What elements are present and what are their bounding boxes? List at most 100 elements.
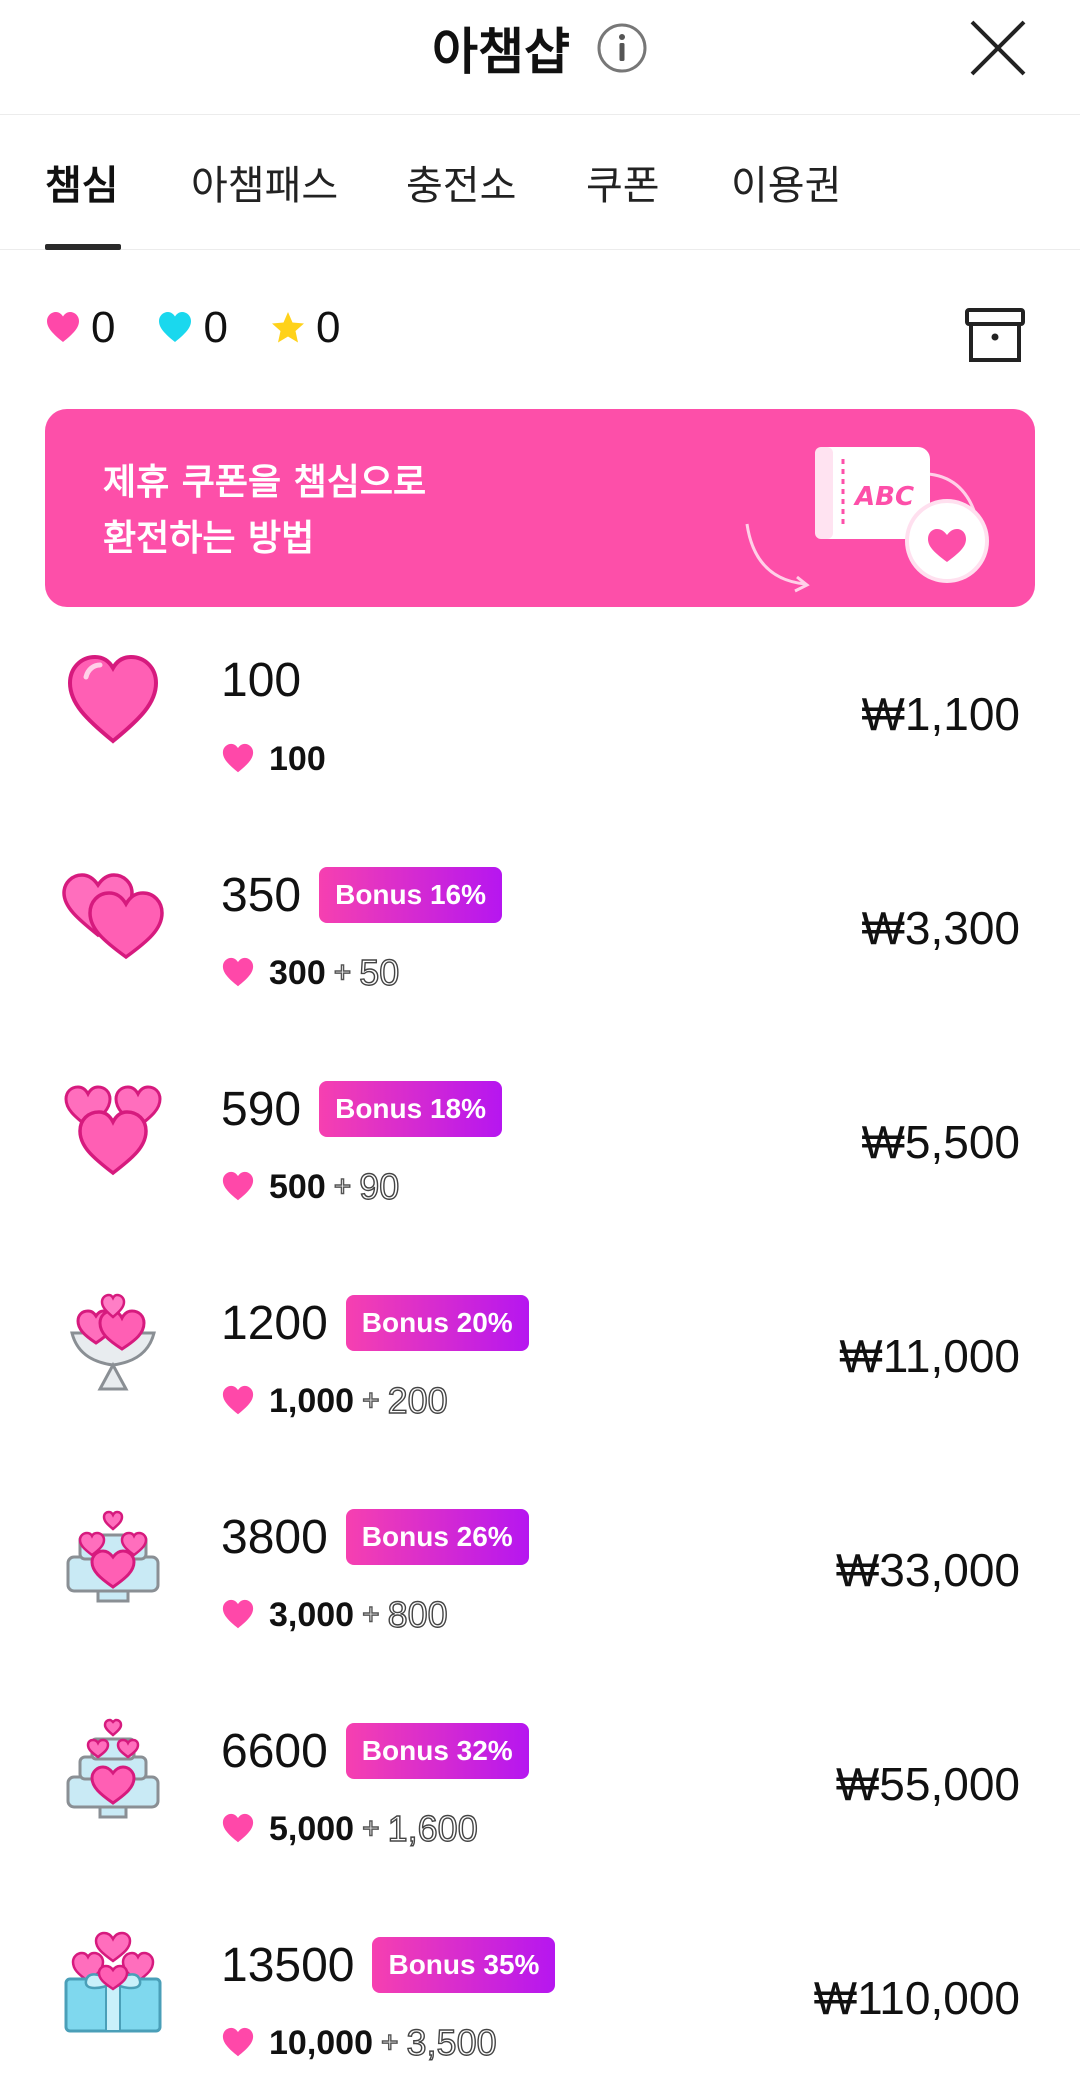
product-item-3800[interactable]: 3800 Bonus 26% 3,000 + 800 ₩33,000 [0, 1479, 1080, 1693]
coupon-exchange-illustration: ABC [745, 447, 989, 593]
bonus-badge: Bonus 32% [345, 1723, 529, 1779]
base-hearts: 100 [269, 739, 326, 778]
product-item-590[interactable]: 590 Bonus 18% 500 + 90 ₩5,500 [0, 1051, 1080, 1265]
coupon-exchange-banner[interactable]: 제휴 쿠폰을 챔심으로 환전하는 방법 ABC [45, 409, 1035, 607]
tab-voucher[interactable]: 이용권 [731, 153, 841, 211]
plus-sign: + [361, 1383, 380, 1417]
heart-amount: 6600 [221, 1724, 328, 1778]
amount-row: 100 [221, 653, 301, 708]
title-group: 아챔샵 [0, 12, 1080, 84]
balance-bar: 0 0 0 [45, 298, 382, 358]
pink-heart-count: 0 [91, 303, 116, 352]
product-item-1200[interactable]: 1200 Bonus 20% 1,000 + 200 ₩11,000 [0, 1265, 1080, 1479]
base-hearts: 5,000 [269, 1809, 355, 1848]
banner-line-1: 제휴 쿠폰을 챔심으로 [103, 462, 427, 503]
heart-breakdown: 300 + 50 [221, 949, 400, 997]
plus-sign: + [333, 955, 352, 989]
heart-amount: 1200 [221, 1296, 328, 1350]
star-count: 0 [315, 303, 341, 352]
bonus-badge: Bonus 26% [345, 1509, 529, 1565]
price: ₩5,500 [861, 1116, 1020, 1168]
heart-breakdown: 500 + 90 [221, 1163, 400, 1211]
archive-box-icon[interactable] [964, 306, 1026, 366]
product-item-6600[interactable]: 6600 Bonus 32% 5,000 + 1,600 ₩55,000 [0, 1693, 1080, 1907]
amount-row: 590 Bonus 18% [221, 1081, 503, 1137]
plus-sign: + [361, 1811, 380, 1845]
plus-sign: + [380, 2025, 399, 2059]
base-hearts: 500 [269, 1167, 326, 1206]
page-title: 아챔샵 [432, 23, 570, 81]
heart-breakdown: 10,000 + 3,500 [221, 2019, 497, 2067]
plus-sign: + [333, 1169, 352, 1203]
amount-row: 1200 Bonus 20% [221, 1295, 529, 1351]
product-item-13500[interactable]: 13500 Bonus 35% 10,000 + 3,500 ₩110,000 [0, 1907, 1080, 2091]
heart-bouquet-icon [70, 1293, 156, 1391]
base-hearts: 300 [269, 953, 326, 992]
amount-row: 13500 Bonus 35% [221, 1937, 556, 1993]
heart-gift-box-icon [64, 1931, 162, 2033]
cyan-heart-icon [159, 312, 192, 342]
single-heart-icon [67, 654, 159, 744]
plus-sign: + [361, 1597, 380, 1631]
bonus-badge: Bonus 35% [372, 1937, 556, 1993]
pink-heart-icon [47, 312, 79, 342]
price: ₩33,000 [835, 1544, 1020, 1596]
product-item-100[interactable]: 100 100 ₩1,100 [0, 623, 1080, 837]
heart-icon [222, 957, 254, 987]
bonus-badge: Bonus 20% [345, 1295, 529, 1351]
bonus-hearts: 90 [359, 1165, 400, 1207]
tab-charging-station[interactable]: 충전소 [406, 153, 516, 211]
bonus-hearts: 1,600 [387, 1807, 478, 1849]
amount-row: 350 Bonus 16% [221, 867, 503, 923]
tab-achampass[interactable]: 아챔패스 [191, 153, 338, 211]
heart-amount: 13500 [221, 1938, 355, 1992]
heart-breakdown: 3,000 + 800 [221, 1591, 448, 1639]
bonus-hearts: 50 [359, 951, 400, 993]
cyan-heart-count: 0 [203, 303, 228, 352]
heart-breakdown: 5,000 + 1,600 [221, 1805, 478, 1853]
heart-breakdown: 100 [221, 735, 326, 783]
tab-chamsim[interactable]: 챔심 [45, 153, 119, 211]
base-hearts: 3,000 [269, 1595, 355, 1634]
product-item-350[interactable]: 350 Bonus 16% 300 + 50 ₩3,300 [0, 837, 1080, 1051]
price: ₩3,300 [861, 902, 1020, 954]
tab-coupon[interactable]: 쿠폰 [586, 153, 660, 211]
banner-art-label: ABC [853, 482, 914, 512]
double-hearts-icon [62, 873, 164, 960]
heart-cake-icon [66, 1510, 160, 1603]
heart-tiered-cake-icon [66, 1718, 160, 1819]
star-balance: 0 [270, 303, 340, 353]
price: ₩110,000 [813, 1972, 1020, 2024]
cyan-heart-balance: 0 [157, 303, 228, 353]
price: ₩55,000 [835, 1758, 1020, 1810]
amount-row: 3800 Bonus 26% [221, 1509, 529, 1565]
active-tab-indicator [45, 244, 121, 250]
triple-hearts-icon [64, 1085, 162, 1176]
banner-text: 제휴 쿠폰을 챔심으로 환전하는 방법 [103, 455, 426, 567]
heart-breakdown: 1,000 + 200 [221, 1377, 448, 1425]
header: 아챔샵 [0, 0, 1080, 115]
heart-icon [222, 2027, 254, 2057]
heart-amount: 590 [221, 1082, 302, 1136]
heart-icon [222, 1385, 254, 1415]
base-hearts: 10,000 [269, 2023, 373, 2062]
close-icon[interactable] [968, 18, 1028, 78]
bonus-hearts: 800 [387, 1593, 448, 1635]
star-icon [271, 312, 304, 343]
pink-heart-balance: 0 [45, 303, 115, 353]
info-icon[interactable] [596, 22, 648, 74]
base-hearts: 1,000 [269, 1381, 355, 1420]
tab-bar: 챔심 아챔패스 충전소 쿠폰 이용권 [0, 115, 1080, 250]
heart-amount: 3800 [221, 1510, 328, 1564]
heart-amount: 100 [221, 654, 302, 707]
banner-line-2: 환전하는 방법 [103, 518, 315, 559]
bonus-hearts: 3,500 [406, 2021, 497, 2063]
heart-icon [222, 1599, 254, 1629]
heart-amount: 350 [221, 868, 302, 922]
bonus-badge: Bonus 18% [319, 1081, 503, 1137]
heart-icon [222, 743, 254, 773]
bonus-badge: Bonus 16% [319, 867, 503, 923]
heart-icon [222, 1813, 254, 1843]
price: ₩1,100 [861, 688, 1020, 740]
price: ₩11,000 [839, 1330, 1020, 1382]
